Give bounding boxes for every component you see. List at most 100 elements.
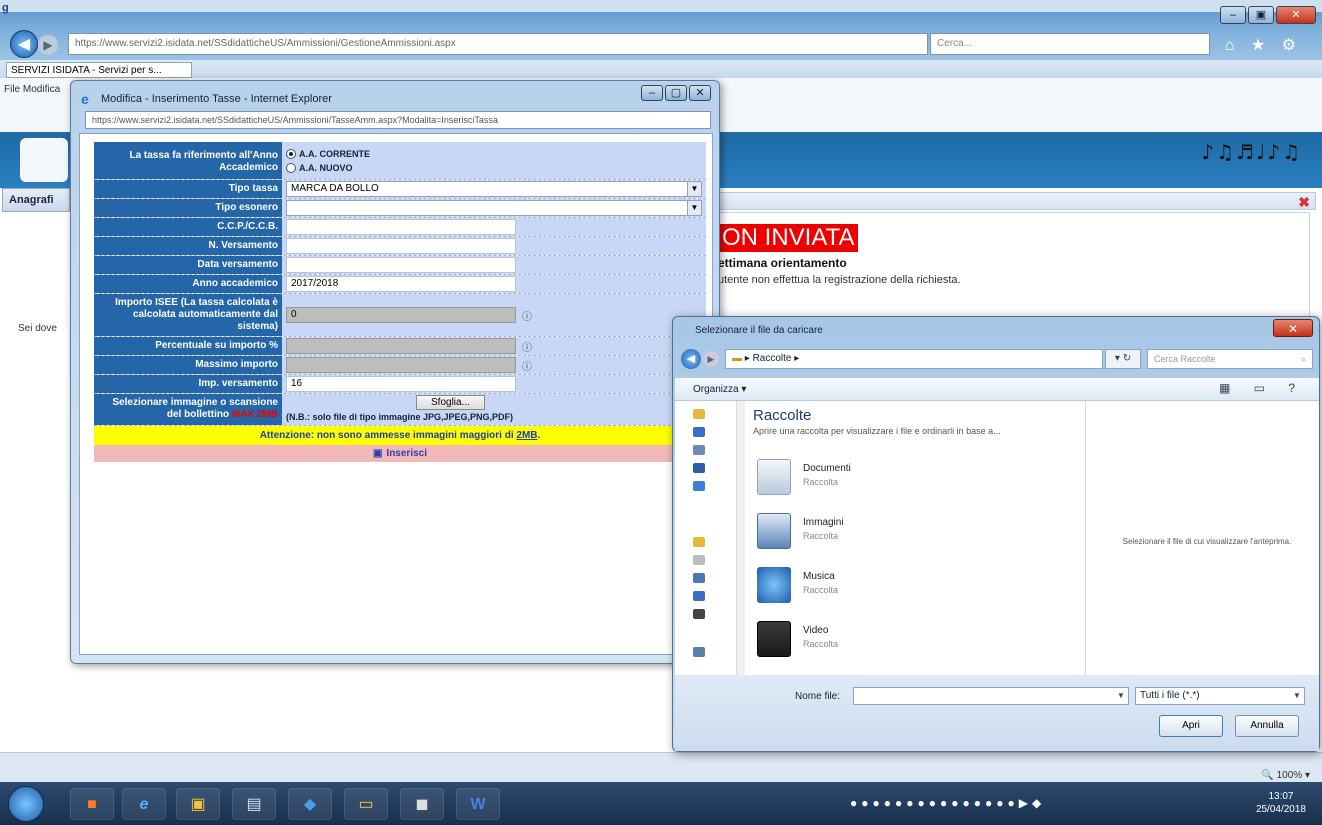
radio-aa-nuovo[interactable]: A.A. NUOVO	[286, 162, 353, 173]
radio-dot-checked	[286, 148, 296, 159]
favorites-icon[interactable]	[693, 409, 705, 419]
forward-icon[interactable]: ▶	[38, 35, 58, 55]
data-versamento-input[interactable]	[286, 257, 516, 273]
folder-icon: ▬	[732, 353, 742, 364]
taskbar-app-word[interactable]: W	[456, 788, 500, 820]
save-icon: ▣	[372, 448, 383, 459]
browse-button[interactable]: Sfoglia...	[416, 395, 485, 410]
library-item-kind: Raccolta	[803, 531, 839, 541]
address-bar[interactable]: https://www.servizi2.isidata.net/SSdidat…	[68, 33, 928, 55]
system-tray-icons[interactable]: ●●●●●●●●●●●●●●●▶◆	[850, 796, 1045, 810]
library-item-name: Documenti	[803, 463, 851, 474]
dialog-search-input[interactable]: Cerca Raccolte ⌕	[1147, 349, 1313, 369]
tab-anagrafica[interactable]: Anagrafi	[2, 188, 70, 212]
view-icons[interactable]: ▦ ▭ ?	[1219, 381, 1305, 395]
minimize-button[interactable]: –	[1220, 6, 1246, 24]
navigation-tree[interactable]	[675, 401, 737, 675]
downloads-icon[interactable]	[693, 445, 705, 455]
library-item-documenti[interactable]: Documenti Raccolta	[757, 459, 1057, 503]
computer-icon[interactable]	[693, 647, 705, 657]
open-button[interactable]: Apri	[1159, 715, 1223, 737]
imp-versamento-input[interactable]: 16	[286, 376, 516, 392]
cancel-button[interactable]: Annulla	[1235, 715, 1299, 737]
ccp-input[interactable]	[286, 219, 516, 235]
versamento-input[interactable]	[286, 238, 516, 254]
taskbar-app-document[interactable]: ▤	[232, 788, 276, 820]
popup-maximize-button[interactable]: ▢	[665, 85, 687, 101]
back-icon[interactable]: ◀	[10, 30, 38, 58]
label-ccp: C.C.P./C.C.B.	[94, 218, 282, 236]
tab-servizi[interactable]: SERVIZI ISIDATA - Servizi per s...	[6, 62, 192, 78]
chevron-down-icon[interactable]: ▼	[1114, 688, 1128, 704]
close-button[interactable]: ✕	[1276, 6, 1316, 24]
browser-toolbar-icons[interactable]: ⌂ ★ ⚙	[1225, 35, 1302, 55]
label-tipo-tassa: Tipo tassa	[94, 180, 282, 198]
row-ccp: C.C.P./C.C.B.	[94, 218, 706, 237]
file-name-label: Nome file:	[795, 691, 841, 702]
tree-scrollbar[interactable]	[737, 401, 745, 675]
file-name-input[interactable]: ▼	[853, 687, 1129, 705]
music-icon[interactable]	[693, 591, 705, 601]
row-data: Data versamento	[94, 256, 706, 275]
label-percentuale: Percentuale su importo %	[94, 337, 282, 355]
top-strip-text: g	[2, 2, 9, 14]
taskbar-app-users[interactable]: ◆	[288, 788, 332, 820]
videos-icon[interactable]	[693, 609, 705, 619]
forward-icon[interactable]: ▶	[703, 351, 719, 367]
file-type-select[interactable]: Tutti i file (*.*) ▼	[1135, 687, 1305, 705]
ie-icon: e	[81, 91, 89, 107]
section-title: ettimana orientamento	[718, 256, 847, 270]
popup-close-button[interactable]: ✕	[689, 85, 711, 101]
submit-button[interactable]: Inserisci	[386, 448, 427, 459]
library-item-video[interactable]: Video Raccolta	[757, 621, 1057, 665]
dialog-search-placeholder: Cerca Raccolte	[1154, 354, 1216, 364]
taskbar-app-ie[interactable]: e	[122, 788, 166, 820]
library-item-name: Musica	[803, 571, 835, 582]
dialog-title: Selezionare il file da caricare	[695, 325, 823, 336]
taskbar-app-media[interactable]: ▣	[176, 788, 220, 820]
zoom-value: 100%	[1276, 770, 1303, 781]
library-item-kind: Raccolta	[803, 585, 839, 595]
refresh-icon[interactable]: ▾ ↻	[1105, 349, 1141, 369]
back-icon[interactable]: ◀	[681, 349, 701, 369]
radio-aa-corrente-label: A.A. CORRENTE	[299, 148, 371, 159]
libraries-icon[interactable]	[693, 537, 705, 547]
library-item-musica[interactable]: Musica Raccolta	[757, 567, 1057, 611]
status-banner: ON INVIATA	[718, 224, 859, 252]
max-size-link[interactable]: 2MB	[516, 430, 537, 441]
search-input[interactable]: Cerca...	[930, 33, 1210, 55]
pictures-library-icon	[757, 513, 791, 549]
path-bar[interactable]: ▬ ▸ Raccolte ▸	[725, 349, 1103, 369]
network-icon[interactable]	[693, 481, 705, 491]
massimo-input	[286, 357, 516, 373]
anno-accademico-input[interactable]: 2017/2018	[286, 276, 516, 292]
dialog-close-button[interactable]: ✕	[1273, 319, 1313, 337]
percentuale-input	[286, 338, 516, 354]
library-item-immagini[interactable]: Immagini Raccolta	[757, 513, 1057, 557]
tipo-tassa-select[interactable]: MARCA DA BOLLO ▼	[286, 181, 702, 197]
zoom-level[interactable]: 🔍 100% ▾	[1261, 770, 1310, 781]
info-icon: ⓘ	[522, 361, 532, 373]
start-button[interactable]	[8, 786, 44, 822]
popup-minimize-button[interactable]: –	[641, 85, 663, 101]
organize-menu[interactable]: Organizza ▾	[693, 384, 746, 395]
desktop-icon[interactable]	[693, 427, 705, 437]
tab-bar: SERVIZI ISIDATA - Servizi per s...	[0, 60, 1322, 78]
taskbar-app-office[interactable]: ■	[70, 788, 114, 820]
taskbar-app-explorer[interactable]: ▭	[344, 788, 388, 820]
row-massimo: Massimo importo ⓘ	[94, 356, 706, 375]
importo-input: 0	[286, 307, 516, 323]
taskbar-app-image[interactable]: ◼	[400, 788, 444, 820]
pictures-icon[interactable]	[693, 573, 705, 583]
library-item-kind: Raccolta	[803, 639, 839, 649]
close-panel-icon[interactable]: ✖	[1298, 194, 1310, 211]
path-text: ▸ Raccolte ▸	[744, 353, 800, 364]
clock[interactable]: 13:07 25/04/2018	[1256, 790, 1306, 816]
menu-bar[interactable]: File Modifica	[4, 84, 60, 95]
radio-aa-corrente[interactable]: A.A. CORRENTE	[286, 148, 371, 159]
library-list: Raccolte Aprire una raccolta per visuali…	[753, 407, 1083, 673]
recent-icon[interactable]	[693, 463, 705, 473]
tipo-esonero-select[interactable]: ▼	[286, 200, 702, 216]
documents-icon[interactable]	[693, 555, 705, 565]
maximize-button[interactable]: ▣	[1248, 6, 1274, 24]
